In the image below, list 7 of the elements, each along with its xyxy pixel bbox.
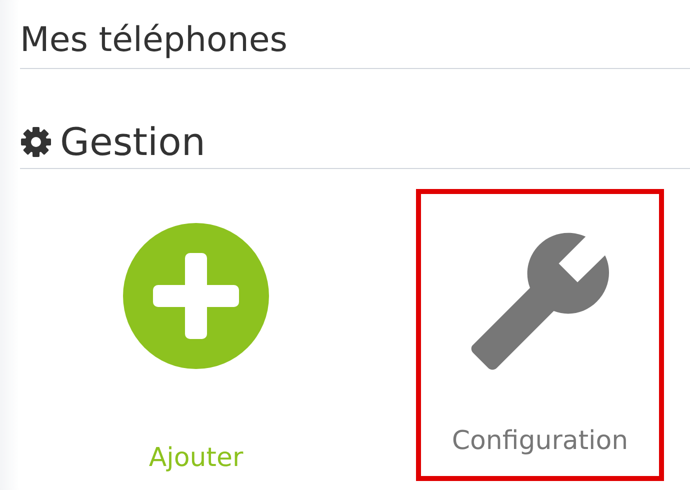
configuration-tile[interactable]: Configuration	[416, 189, 664, 481]
tile-label: Ajouter	[148, 442, 244, 475]
tile-label: Configuration	[452, 425, 628, 458]
add-icon	[123, 223, 269, 369]
section-heading: Gestion	[60, 119, 206, 165]
page-title: Mes téléphones	[20, 19, 288, 62]
settings-icon	[20, 126, 52, 158]
